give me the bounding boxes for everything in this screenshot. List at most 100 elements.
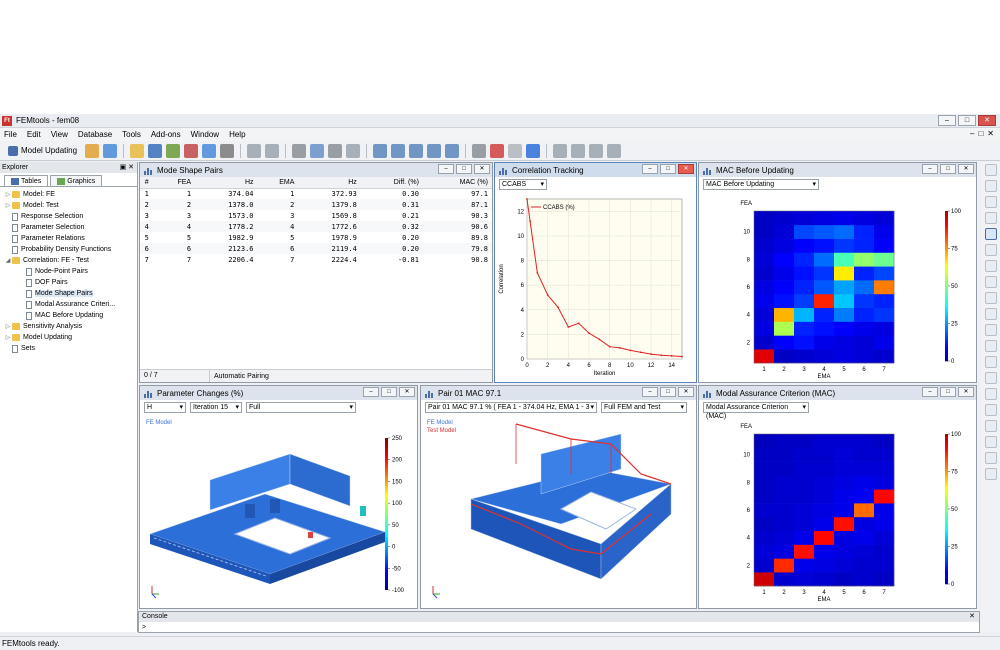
menu-addons[interactable]: Add-ons bbox=[151, 130, 181, 139]
legend-icon[interactable] bbox=[984, 468, 997, 480]
panel-restore-button[interactable]: □ bbox=[660, 387, 676, 397]
tree-item[interactable]: MAC Before Updating bbox=[0, 310, 137, 321]
expander-icon[interactable]: ◢ bbox=[4, 257, 12, 264]
pair-selector[interactable]: Pair 01 MAC 97.1 % ( FEA 1 - 374.04 Hz, … bbox=[425, 402, 597, 413]
tree-item[interactable]: Sets bbox=[0, 343, 137, 354]
view-side-icon[interactable] bbox=[984, 292, 997, 304]
table-icon[interactable] bbox=[553, 143, 568, 158]
tree-item[interactable]: ▷ Model: FE bbox=[0, 189, 137, 200]
maximize-button[interactable]: □ bbox=[958, 115, 976, 126]
node-icon[interactable] bbox=[984, 388, 997, 400]
panel-minimize-button[interactable]: – bbox=[642, 164, 658, 174]
help-icon[interactable] bbox=[526, 143, 541, 158]
expander-icon[interactable]: ▷ bbox=[4, 334, 12, 341]
split-v-icon[interactable] bbox=[427, 143, 442, 158]
mac-before-selector[interactable]: MAC Before Updating bbox=[703, 179, 819, 190]
panel-restore-button[interactable]: □ bbox=[940, 387, 956, 397]
view-selector[interactable]: Full FEM and Test bbox=[601, 402, 687, 413]
panel-restore-button[interactable]: □ bbox=[456, 164, 472, 174]
view-iso-icon[interactable] bbox=[984, 260, 997, 272]
tab-graphics[interactable]: Graphics bbox=[50, 175, 103, 186]
tree-item[interactable]: Parameter Selection bbox=[0, 222, 137, 233]
check-icon[interactable] bbox=[490, 143, 505, 158]
table-row[interactable]: 6 6 2123.6 6 2119.4 0.20 79.8 bbox=[140, 243, 492, 254]
panel-close-button[interactable]: ✕ bbox=[399, 387, 415, 397]
column-header[interactable]: FEA bbox=[157, 177, 196, 189]
panel-close-button[interactable]: ✕ bbox=[958, 387, 974, 397]
panel-minimize-button[interactable]: – bbox=[363, 387, 379, 397]
console-close-button[interactable]: ✕ bbox=[969, 612, 975, 622]
iteration-selector[interactable]: Iteration 15 bbox=[190, 402, 242, 413]
tree-item[interactable]: ▷ Model: Test bbox=[0, 200, 137, 211]
mac-selector[interactable]: Modal Assurance Criterion (MAC) bbox=[703, 402, 809, 420]
panel-close-button[interactable]: ✕ bbox=[678, 387, 694, 397]
grid-icon[interactable] bbox=[571, 143, 586, 158]
tree-item[interactable]: Mode Shape Pairs bbox=[0, 288, 137, 299]
refresh-icon[interactable] bbox=[346, 143, 361, 158]
close-button[interactable]: ✕ bbox=[978, 115, 996, 126]
panel-close-button[interactable]: ✕ bbox=[474, 164, 490, 174]
table-row[interactable]: 7 7 2206.4 7 2224.4 -0.81 90.8 bbox=[140, 254, 492, 265]
globe-icon[interactable] bbox=[607, 143, 622, 158]
cut-icon[interactable] bbox=[292, 143, 307, 158]
pan-icon[interactable] bbox=[984, 196, 997, 208]
menu-edit[interactable]: Edit bbox=[27, 130, 41, 139]
stop-icon[interactable] bbox=[508, 143, 523, 158]
layer3-icon[interactable] bbox=[984, 356, 997, 368]
panel-minimize-button[interactable]: – bbox=[922, 164, 938, 174]
column-header[interactable]: Hz bbox=[298, 177, 361, 189]
table-row[interactable]: 1 1 374.04 1 372.93 0.30 97.1 bbox=[140, 188, 492, 199]
tree-item[interactable]: Node-Point Pairs bbox=[0, 266, 137, 277]
timer-icon[interactable] bbox=[472, 143, 487, 158]
display-selector[interactable]: Full bbox=[246, 402, 356, 413]
explorer-controls[interactable]: ▣ ✕ bbox=[120, 162, 134, 173]
panel-restore-button[interactable]: □ bbox=[940, 164, 956, 174]
tree-item[interactable]: ▷ Sensitivity Analysis bbox=[0, 321, 137, 332]
parameter-selector[interactable]: H bbox=[144, 402, 186, 413]
console-input[interactable]: > bbox=[139, 622, 979, 633]
view-front-icon[interactable] bbox=[984, 276, 997, 288]
tree-item[interactable]: Probability Density Functions bbox=[0, 244, 137, 255]
redo-icon[interactable] bbox=[265, 143, 280, 158]
tab-tables[interactable]: Tables bbox=[4, 175, 49, 186]
expander-icon[interactable]: ▷ bbox=[4, 191, 12, 198]
axis-icon[interactable] bbox=[984, 420, 997, 432]
panel-minimize-button[interactable]: – bbox=[922, 387, 938, 397]
tile-icon[interactable] bbox=[445, 143, 460, 158]
layer2-icon[interactable] bbox=[984, 340, 997, 352]
column-header[interactable]: EMA bbox=[257, 177, 299, 189]
mesh-icon[interactable] bbox=[984, 372, 997, 384]
fit-icon[interactable] bbox=[984, 244, 997, 256]
expander-icon[interactable]: ▷ bbox=[4, 202, 12, 209]
correlation-selector[interactable]: CCABS bbox=[499, 179, 547, 190]
panel-minimize-button[interactable]: – bbox=[438, 164, 454, 174]
menu-help[interactable]: Help bbox=[229, 130, 245, 139]
panel-minimize-button[interactable]: – bbox=[642, 387, 658, 397]
new-icon[interactable] bbox=[103, 143, 118, 158]
column-header[interactable]: Diff. (%) bbox=[360, 177, 423, 189]
panel-close-button[interactable]: ✕ bbox=[958, 164, 974, 174]
export-image-icon[interactable] bbox=[984, 452, 997, 464]
menu-database[interactable]: Database bbox=[78, 130, 112, 139]
mdi-minimize-button[interactable]: – bbox=[970, 129, 974, 138]
undo-icon[interactable] bbox=[247, 143, 262, 158]
select-box-icon[interactable] bbox=[984, 228, 997, 240]
settings-icon[interactable] bbox=[166, 143, 181, 158]
menu-tools[interactable]: Tools bbox=[122, 130, 141, 139]
tree-item[interactable]: DOF Pairs bbox=[0, 277, 137, 288]
split-h-icon[interactable] bbox=[409, 143, 424, 158]
tree-item[interactable]: Response Selection bbox=[0, 211, 137, 222]
tree-item[interactable]: Parameter Relations bbox=[0, 233, 137, 244]
import-icon[interactable] bbox=[202, 143, 217, 158]
table-row[interactable]: 2 2 1378.0 2 1379.8 0.31 87.1 bbox=[140, 199, 492, 210]
paste-icon[interactable] bbox=[328, 143, 343, 158]
save-icon[interactable] bbox=[148, 143, 163, 158]
expander-icon[interactable]: ▷ bbox=[4, 323, 12, 330]
table-row[interactable]: 5 5 1982.9 5 1978.9 0.20 89.8 bbox=[140, 232, 492, 243]
open-icon[interactable] bbox=[130, 143, 145, 158]
run-icon[interactable] bbox=[85, 143, 100, 158]
minimize-button[interactable]: – bbox=[938, 115, 956, 126]
zoom-icon[interactable] bbox=[984, 212, 997, 224]
panel-close-button[interactable]: ✕ bbox=[678, 164, 694, 174]
element-icon[interactable] bbox=[984, 404, 997, 416]
